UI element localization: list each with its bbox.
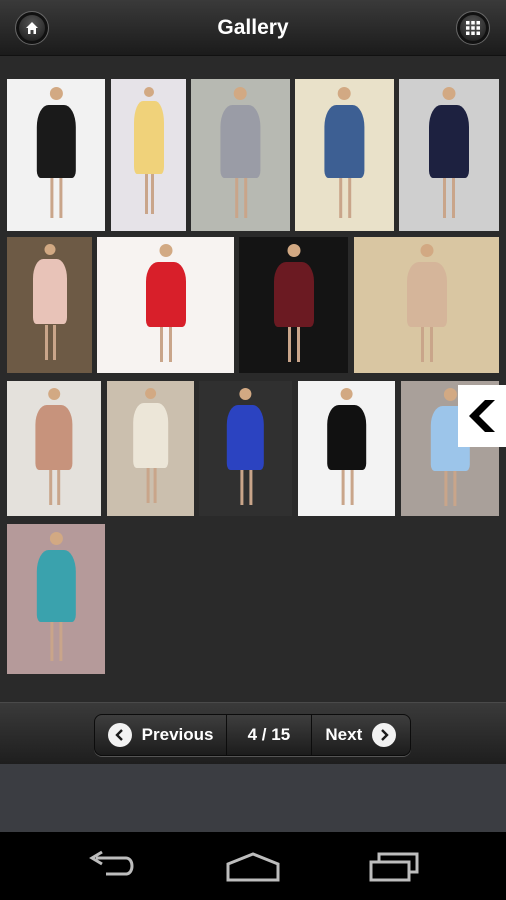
gallery-thumbnail[interactable] [97, 237, 234, 373]
gallery-thumbnail[interactable] [354, 237, 499, 373]
model-figure [35, 388, 73, 512]
gallery-thumbnail[interactable] [239, 237, 348, 373]
recents-button[interactable] [365, 848, 425, 884]
previous-label: Previous [141, 725, 214, 744]
model-figure [36, 87, 76, 227]
model-figure [324, 87, 365, 227]
gallery-thumbnail[interactable] [199, 381, 292, 516]
gallery-thumbnail[interactable] [399, 79, 499, 231]
gallery-thumbnail[interactable] [7, 237, 92, 373]
page-title: Gallery [217, 16, 289, 39]
gallery-thumbnail[interactable] [107, 381, 194, 516]
model-figure [32, 244, 67, 369]
model-figure [406, 244, 447, 369]
model-figure [226, 388, 265, 512]
pager-control: Previous 4 / 15 Next [94, 714, 411, 756]
grid-icon [466, 21, 480, 35]
model-figure [36, 532, 76, 670]
content-spacer [0, 764, 506, 832]
gallery-thumbnail[interactable] [295, 79, 394, 231]
next-label: Next [325, 725, 363, 744]
model-figure [133, 388, 168, 512]
chevron-left-icon [469, 400, 495, 432]
model-figure [145, 244, 186, 369]
model-figure [429, 87, 469, 227]
home-outline-icon [226, 852, 280, 882]
chevron-left-circle-icon [107, 723, 132, 747]
gallery-thumbnail[interactable] [7, 79, 105, 231]
grid-menu-button[interactable] [456, 11, 490, 45]
gallery-thumbnail[interactable] [7, 381, 101, 516]
model-figure [133, 87, 164, 227]
gallery-thumbnail[interactable] [111, 79, 186, 231]
gallery-thumbnail[interactable] [7, 524, 105, 674]
system-navigation-bar [0, 832, 506, 900]
chevron-right-circle-icon [372, 723, 397, 747]
page-indicator: 4 / 15 [247, 725, 291, 744]
recents-icon [369, 852, 419, 882]
model-figure [327, 388, 366, 512]
collapse-panel-button[interactable] [458, 385, 506, 447]
model-figure [220, 87, 261, 227]
next-button[interactable]: Next [312, 715, 410, 755]
model-figure [273, 244, 314, 369]
previous-button[interactable]: Previous [95, 715, 226, 755]
gallery-thumbnail[interactable] [191, 79, 290, 231]
back-icon [89, 850, 134, 876]
header-bar: Gallery [0, 0, 506, 56]
pager-bar: Previous 4 / 15 Next [0, 702, 506, 764]
back-button[interactable] [82, 848, 142, 884]
gallery-thumbnail[interactable] [298, 381, 395, 516]
home-nav-button[interactable] [223, 848, 283, 884]
gallery-grid [0, 56, 506, 702]
